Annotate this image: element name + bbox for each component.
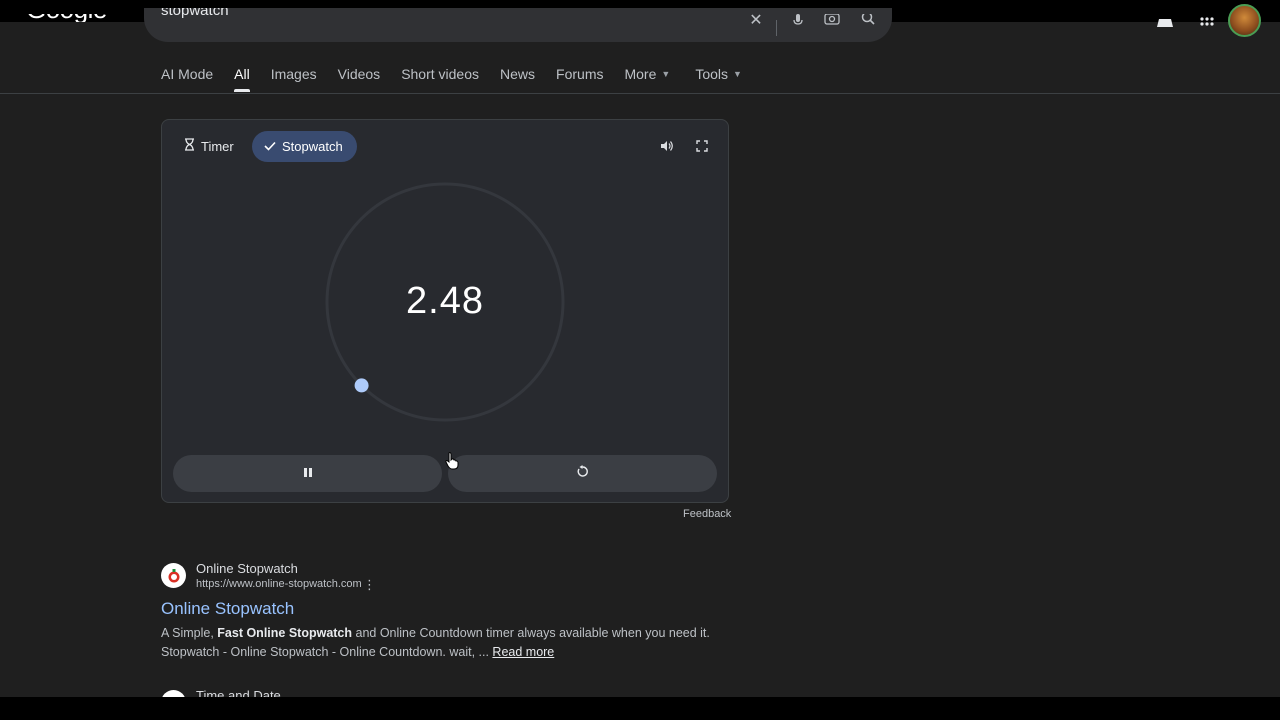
tab-label: AI Mode bbox=[161, 66, 214, 82]
tabs-divider bbox=[0, 93, 1280, 94]
tab-label: News bbox=[500, 66, 536, 82]
bottom-black-bar bbox=[0, 697, 1280, 720]
avatar[interactable] bbox=[1228, 4, 1261, 37]
timer-label: Timer bbox=[201, 139, 234, 154]
result-snippet: A Simple, Fast Online Stopwatch and Onli… bbox=[161, 624, 721, 662]
tab-label: All bbox=[234, 66, 250, 82]
tab-all[interactable]: All bbox=[234, 66, 250, 94]
mic-icon[interactable] bbox=[788, 14, 808, 34]
caret-down-icon: ▼ bbox=[661, 69, 671, 79]
feedback-link[interactable]: Feedback bbox=[683, 508, 731, 520]
tab-label: More bbox=[624, 66, 657, 82]
search-input[interactable]: stopwatch bbox=[161, 8, 229, 19]
tab-short-videos[interactable]: Short videos bbox=[401, 66, 479, 94]
caret-down-icon: ▼ bbox=[733, 69, 742, 79]
volume-icon[interactable] bbox=[657, 137, 677, 157]
check-icon bbox=[264, 131, 276, 162]
read-more-link[interactable]: Read more bbox=[492, 645, 554, 659]
reset-button[interactable] bbox=[448, 455, 717, 492]
tab-more[interactable]: More ▼ bbox=[624, 66, 670, 94]
fullscreen-icon[interactable] bbox=[692, 137, 712, 157]
close-icon[interactable]: ✕ bbox=[746, 13, 766, 34]
progress-dot bbox=[354, 378, 369, 393]
site-favicon[interactable] bbox=[161, 563, 186, 588]
stopwatch-mode-button[interactable]: Stopwatch bbox=[252, 131, 357, 162]
result-title-link[interactable]: Online Stopwatch bbox=[161, 599, 294, 619]
labs-icon[interactable] bbox=[1154, 14, 1176, 32]
result-site-name[interactable]: Online Stopwatch bbox=[196, 561, 298, 576]
tab-news[interactable]: News bbox=[500, 66, 535, 94]
pause-icon bbox=[303, 468, 312, 477]
reset-icon bbox=[577, 465, 588, 477]
tab-tools[interactable]: Tools ▼ bbox=[695, 66, 742, 94]
elapsed-time: 2.48 bbox=[406, 280, 484, 322]
hand-cursor-icon bbox=[445, 452, 459, 470]
result-url[interactable]: https://www.online-stopwatch.com bbox=[196, 578, 362, 590]
timer-mode-button[interactable]: Timer bbox=[173, 131, 245, 162]
apps-icon[interactable] bbox=[1196, 12, 1218, 30]
tab-forums[interactable]: Forums bbox=[556, 66, 603, 94]
tab-label: Tools bbox=[695, 66, 728, 82]
tab-label: Short videos bbox=[401, 66, 480, 82]
search-divider bbox=[776, 20, 777, 36]
more-options-icon[interactable]: ⋮ bbox=[363, 577, 376, 593]
pause-button[interactable] bbox=[173, 455, 442, 492]
tab-images[interactable]: Images bbox=[271, 66, 317, 94]
snippet-text: A Simple, bbox=[161, 626, 218, 640]
search-box[interactable]: stopwatch ✕ bbox=[144, 8, 892, 42]
stopwatch-widget: Timer Stopwatch 2.48 bbox=[161, 119, 729, 503]
lens-icon[interactable] bbox=[822, 13, 842, 34]
hourglass-icon bbox=[184, 131, 195, 162]
snippet-bold: Fast Online Stopwatch bbox=[217, 626, 353, 640]
tab-label: Images bbox=[270, 66, 317, 82]
search-icon[interactable] bbox=[858, 11, 878, 34]
tab-label: Videos bbox=[337, 66, 381, 82]
tab-label: Forums bbox=[556, 66, 604, 82]
tab-ai-mode[interactable]: AI Mode bbox=[161, 66, 213, 94]
stopwatch-label: Stopwatch bbox=[282, 139, 343, 154]
search-tabs: AI Mode All Images Videos Short videos N… bbox=[161, 66, 763, 94]
tab-videos[interactable]: Videos bbox=[338, 66, 381, 94]
